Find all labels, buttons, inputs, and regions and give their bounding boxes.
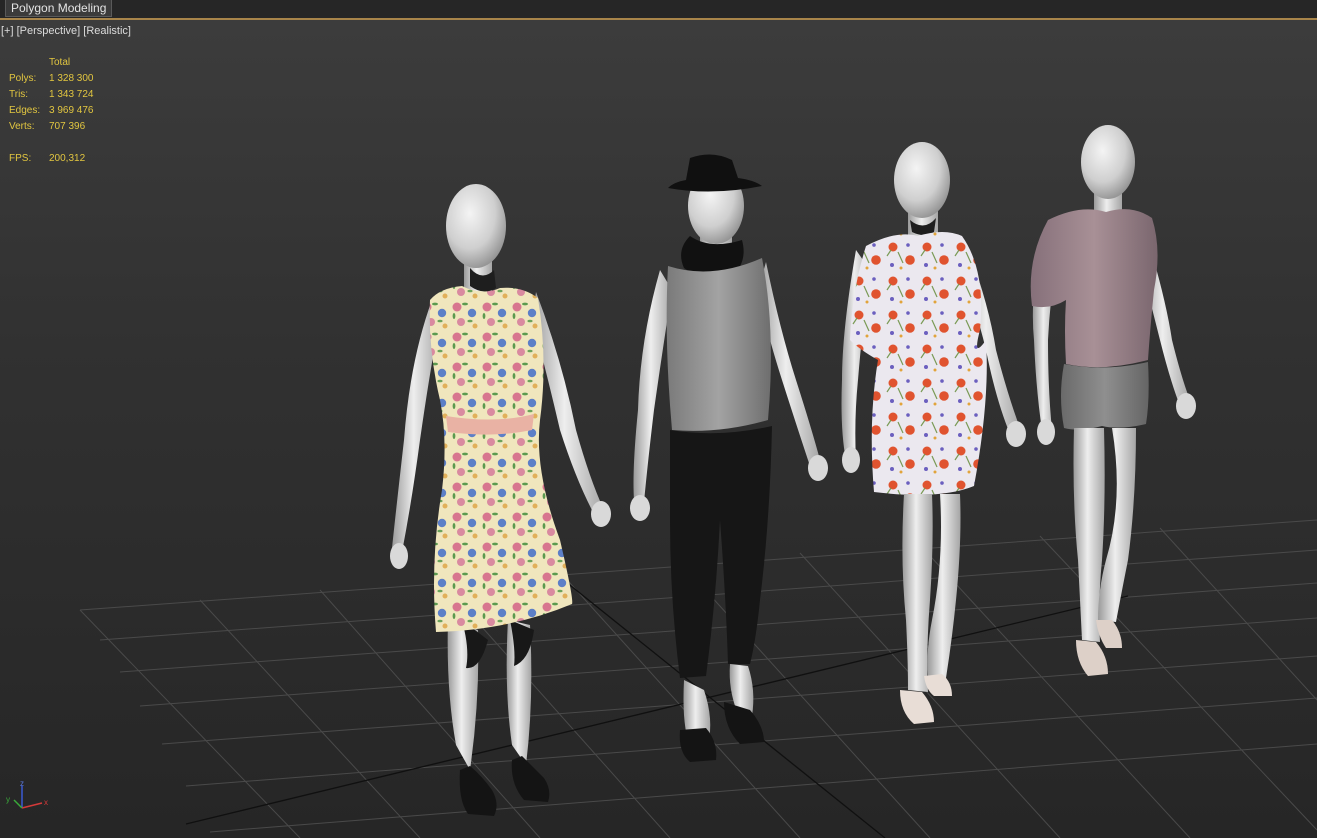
viewport-shading-menu[interactable]: [Realistic] <box>83 25 131 37</box>
polys-value: 1 328 300 <box>49 73 94 84</box>
viewport-label-menu[interactable]: [+] [Perspective] [Realistic] <box>1 24 131 38</box>
viewport-view-menu[interactable]: [Perspective] <box>17 25 81 37</box>
perspective-viewport[interactable]: [+] [Perspective] [Realistic] Total Poly… <box>0 20 1317 838</box>
polygon-modeling-tab[interactable]: Polygon Modeling <box>5 0 113 17</box>
mannequin-floral-dress <box>390 184 611 816</box>
tris-label: Tris: <box>9 89 29 100</box>
stats-header: Total <box>49 57 71 68</box>
mannequin-hat-outfit <box>630 154 828 762</box>
scene-statistics: Total Polys: 1 328 300 Tris: 1 343 724 Edg… <box>9 55 129 167</box>
viewport-plus-menu[interactable]: [+] <box>1 25 14 37</box>
mannequin-floral-tunic <box>841 142 1026 724</box>
axis-z-label: z <box>20 779 24 788</box>
tris-value: 1 343 724 <box>49 89 94 100</box>
ribbon-bar: Polygon Modeling <box>0 0 1317 18</box>
verts-label: Verts: <box>9 121 35 132</box>
verts-value: 707 396 <box>49 121 86 132</box>
fps-label: FPS: <box>9 153 32 164</box>
fps-value: 200,312 <box>49 153 86 164</box>
axis-y-label: y <box>6 795 10 804</box>
axis-labels: z y x <box>6 779 48 807</box>
edges-label: Edges: <box>9 105 41 116</box>
scene-canvas <box>13 125 1317 838</box>
axis-x-label: x <box>44 798 48 807</box>
polys-label: Polys: <box>9 73 37 84</box>
edges-value: 3 969 476 <box>49 105 94 116</box>
